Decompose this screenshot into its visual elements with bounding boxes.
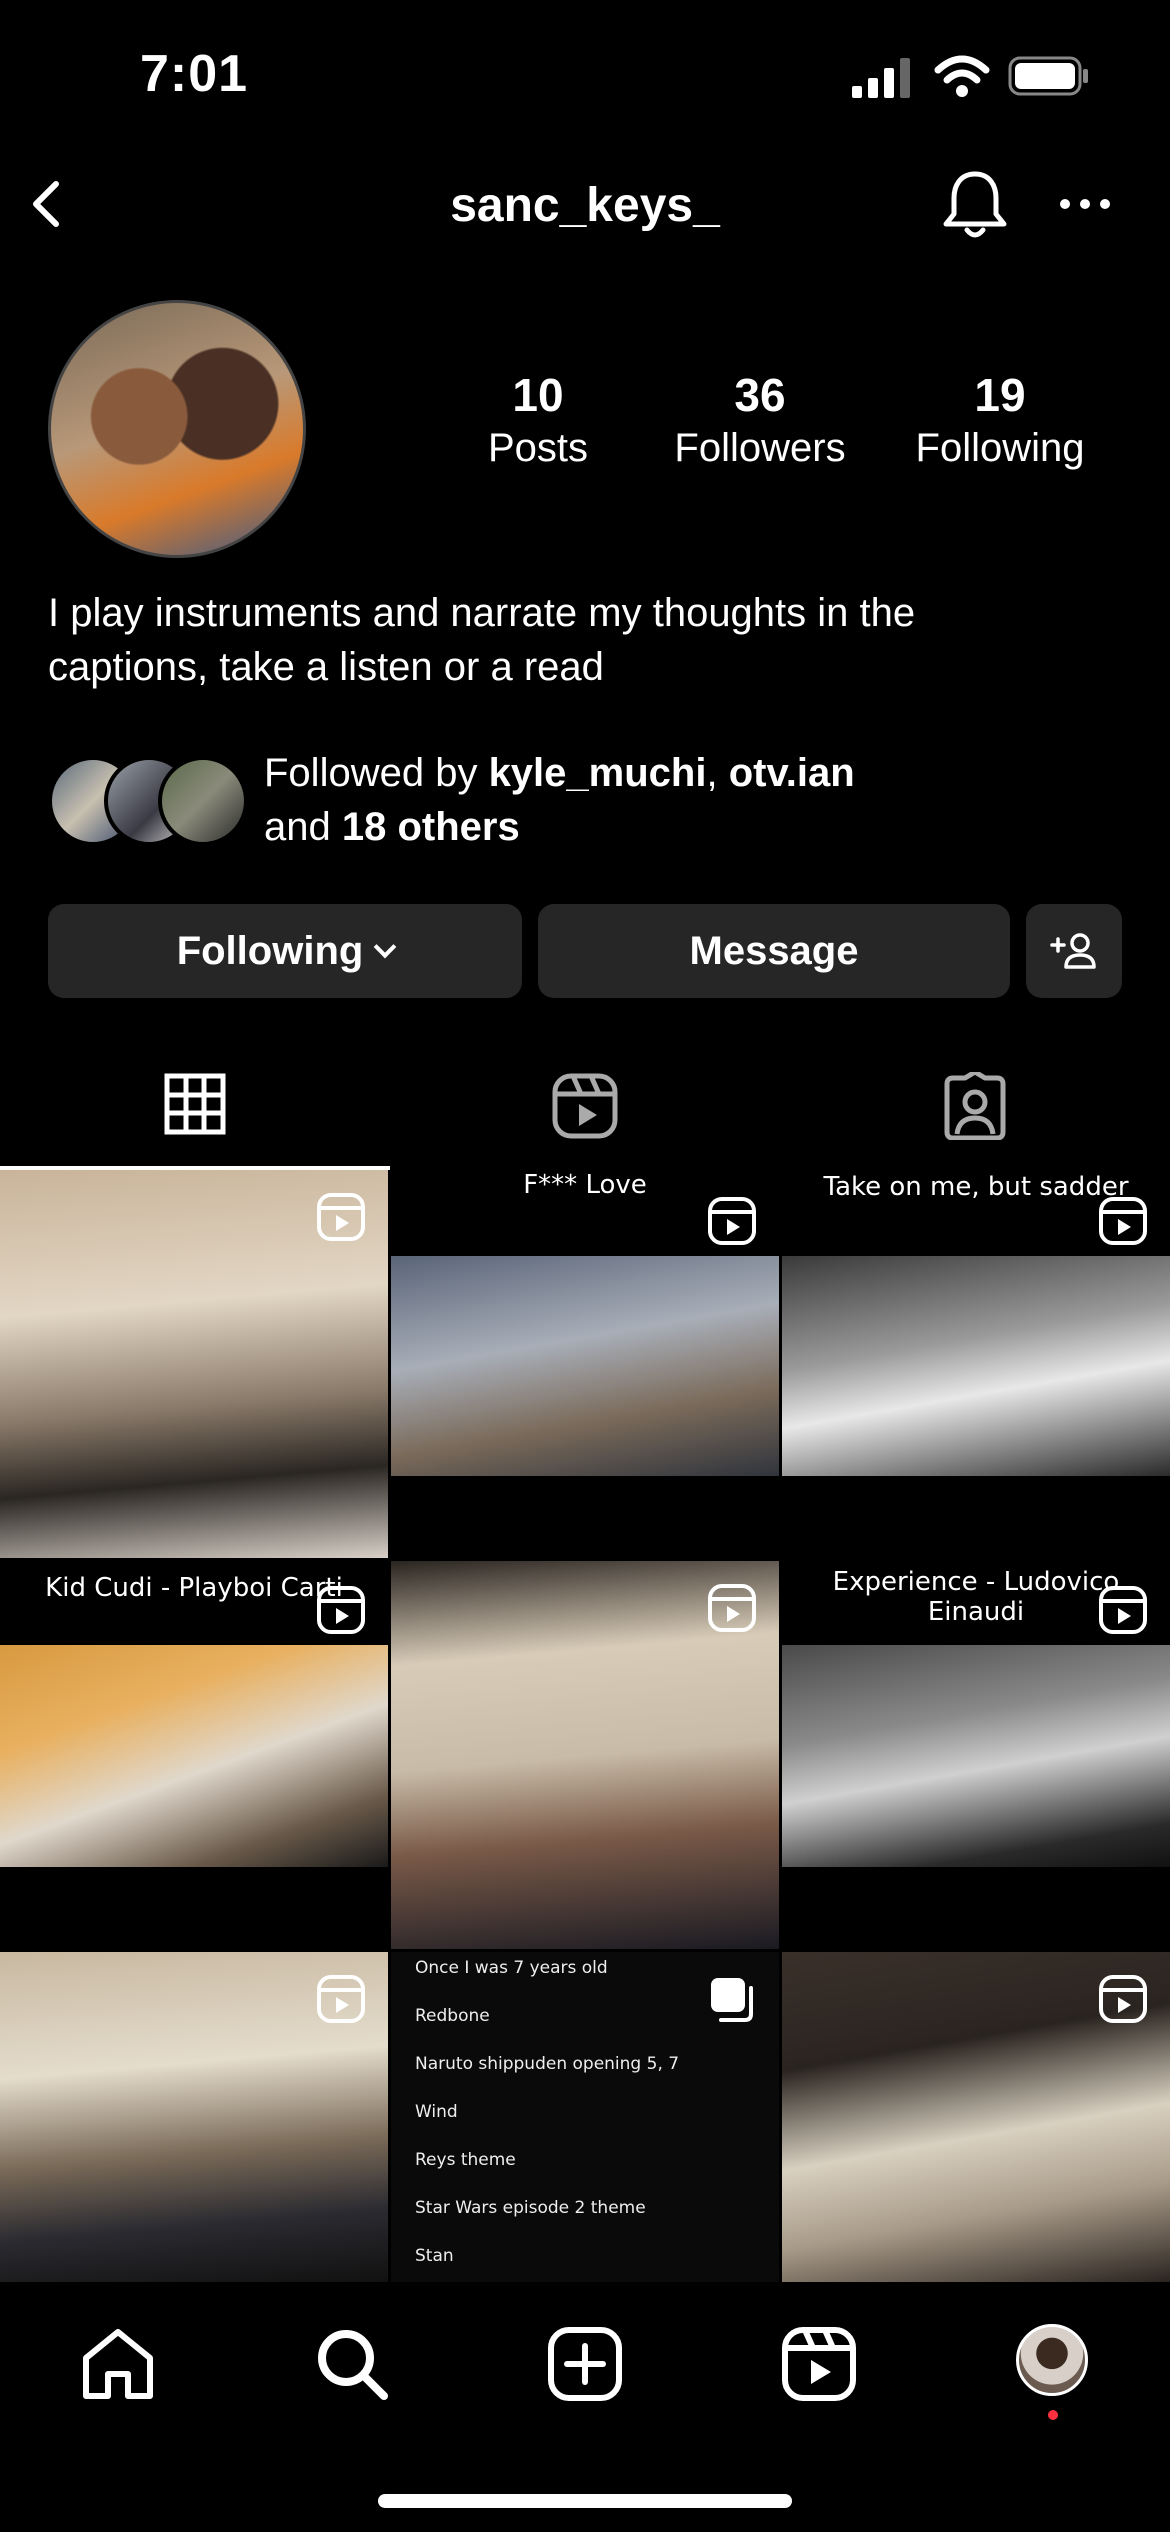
post-list-line: Redbone <box>415 2006 490 2026</box>
stat-followers[interactable]: 36 Followers <box>660 368 860 471</box>
followed-by-row[interactable]: Followed by kyle_muchi, otv.ian and 18 o… <box>48 746 1148 856</box>
followed-by-prefix: Followed by <box>264 751 489 795</box>
post-list-line: Once I was 7 years old <box>415 1958 608 1978</box>
post-thumbnail[interactable]: F*** Love <box>391 1170 779 1558</box>
following-button[interactable]: Following <box>48 904 522 998</box>
following-button-label: Following <box>176 928 364 973</box>
post-thumbnail[interactable]: Once I was 7 years old Redbone Naruto sh… <box>391 1952 779 2282</box>
profile-stats: 10 Posts 36 Followers 19 Following <box>420 368 1140 488</box>
bio-line: captions, take a listen or a read <box>48 645 604 689</box>
status-bar: 7:01 <box>0 0 1170 150</box>
post-list-line: Naruto shippuden opening 5, 7 <box>415 2054 680 2074</box>
post-list-line: Wind <box>415 2102 458 2122</box>
reels-icon <box>552 1073 618 1139</box>
bio-line: I play instruments and narrate my though… <box>48 591 916 635</box>
notification-bell-icon[interactable] <box>940 168 1010 242</box>
tab-posts-grid[interactable] <box>0 1040 390 1170</box>
followers-label: Followers <box>674 426 846 470</box>
post-thumbnail[interactable] <box>0 1952 388 2282</box>
followed-by-text: Followed by kyle_muchi, otv.ian and 18 o… <box>264 746 1144 854</box>
post-list-line: Stan <box>415 2246 454 2266</box>
create-post-icon[interactable] <box>545 2324 625 2404</box>
tagged-user-icon <box>944 1072 1006 1140</box>
add-user-icon <box>1050 933 1096 969</box>
reel-badge-icon <box>1099 1197 1147 1245</box>
more-options-icon[interactable] <box>1055 184 1115 224</box>
post-list-line: Star Wars episode 2 theme <box>415 2198 646 2218</box>
home-indicator[interactable] <box>378 2494 792 2508</box>
reel-badge-icon <box>708 1584 756 1632</box>
mutual-avatar <box>158 756 248 846</box>
post-list-line: Reys theme <box>415 2150 516 2170</box>
reel-badge-icon <box>1099 1586 1147 1634</box>
search-icon[interactable] <box>312 2324 392 2404</box>
message-button[interactable]: Message <box>538 904 1010 998</box>
posts-grid: F*** Love Take on me, but sadder Kid Cud… <box>0 1170 1170 2282</box>
following-label: Following <box>915 426 1085 470</box>
and-text: and <box>264 805 342 849</box>
post-thumbnail[interactable]: Take on me, but sadder <box>782 1170 1170 1558</box>
reel-badge-icon <box>317 1193 365 1241</box>
cellular-signal-icon <box>852 58 910 98</box>
reel-badge-icon <box>708 1197 756 1245</box>
post-thumbnail[interactable]: Kid Cudi - Playboi Carti <box>0 1561 388 1949</box>
stat-following[interactable]: 19 Following <box>900 368 1100 471</box>
notification-dot <box>1048 2410 1058 2420</box>
tab-reels[interactable] <box>390 1040 780 1170</box>
battery-icon <box>1008 56 1088 96</box>
profile-tabs <box>0 1040 1170 1170</box>
reel-badge-icon <box>1099 1975 1147 2023</box>
profile-bio: I play instruments and narrate my though… <box>48 586 1128 694</box>
mutual-user[interactable]: otv.ian <box>729 751 855 795</box>
post-image <box>0 1645 388 1867</box>
profile-header: sanc_keys_ <box>0 160 1170 250</box>
reel-badge-icon <box>317 1975 365 2023</box>
posts-count: 10 <box>512 369 564 421</box>
others-count[interactable]: 18 others <box>342 805 520 849</box>
post-image <box>782 1645 1170 1867</box>
post-image <box>391 1256 779 1476</box>
post-thumbnail[interactable] <box>391 1561 779 1949</box>
reels-nav-icon[interactable] <box>779 2324 859 2404</box>
home-icon[interactable] <box>78 2324 158 2404</box>
suggested-users-button[interactable] <box>1026 904 1122 998</box>
separator: , <box>706 751 729 795</box>
post-image <box>782 1256 1170 1476</box>
status-time: 7:01 <box>140 45 249 103</box>
wifi-icon <box>934 55 990 97</box>
stat-posts[interactable]: 10 Posts <box>468 368 608 471</box>
post-thumbnail[interactable] <box>0 1170 388 1558</box>
chevron-down-icon <box>373 935 397 959</box>
tab-tagged[interactable] <box>780 1040 1170 1170</box>
carousel-badge-icon <box>711 1978 753 2022</box>
message-button-label: Message <box>689 928 859 973</box>
following-count: 19 <box>974 369 1026 421</box>
mutual-user[interactable]: kyle_muchi <box>489 751 707 795</box>
reel-badge-icon <box>317 1586 365 1634</box>
post-thumbnail[interactable]: Experience - Ludovico Einaudi <box>782 1561 1170 1949</box>
posts-label: Posts <box>487 426 589 470</box>
profile-avatar[interactable] <box>48 300 306 558</box>
profile-nav-avatar[interactable] <box>1016 2324 1088 2396</box>
followers-count: 36 <box>734 369 786 421</box>
post-thumbnail[interactable] <box>782 1952 1170 2282</box>
grid-icon <box>164 1073 226 1135</box>
